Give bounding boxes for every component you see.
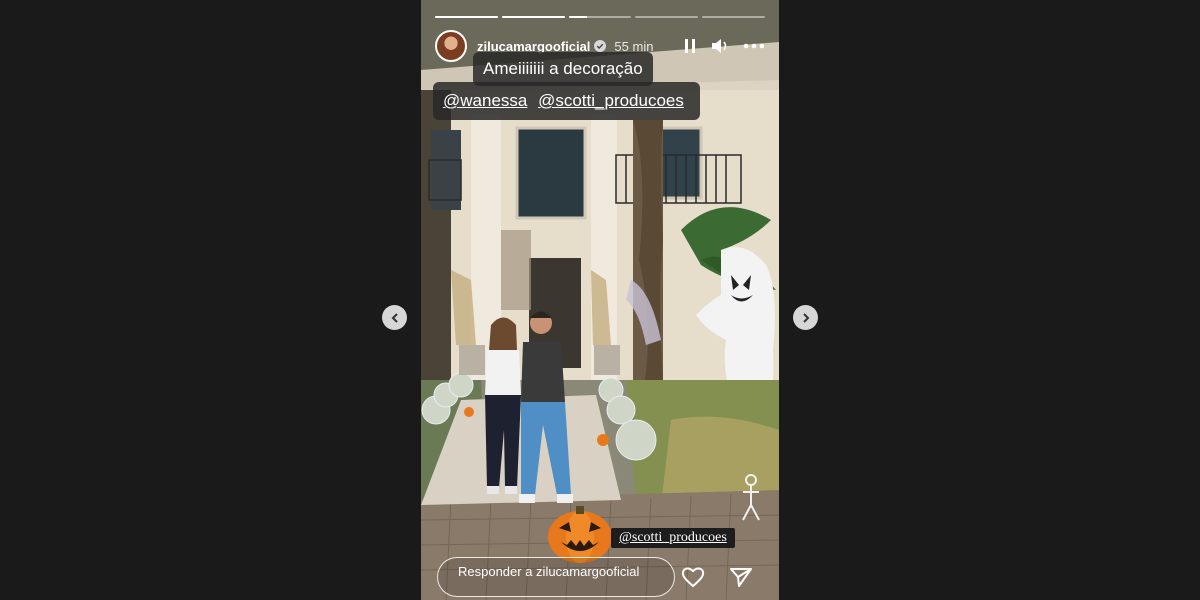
story-progress-bar [435, 16, 765, 18]
chevron-right-icon [802, 312, 809, 323]
mention-sticker[interactable]: @scotti_producoes [611, 528, 735, 548]
more-options-icon[interactable] [743, 43, 765, 49]
story-viewer[interactable]: zilucamargooficial 55 min Ameiiiiiii a d… [421, 0, 779, 600]
progress-segment [501, 16, 565, 18]
reply-input[interactable]: Responder a zilucamargooficial [437, 557, 675, 597]
progress-segment [568, 16, 632, 18]
send-icon[interactable] [729, 566, 753, 588]
pause-icon[interactable] [683, 38, 697, 54]
mention-link[interactable]: @wanessa [443, 91, 527, 110]
next-story-button[interactable] [793, 305, 818, 330]
caption-text: Ameiiiiiii a decoração [473, 52, 653, 86]
verified-badge-icon [594, 40, 607, 52]
progress-fill [501, 16, 565, 18]
progress-segment [635, 16, 699, 18]
mentions-sticker: @wanessa @scotti_producoes [433, 82, 700, 120]
previous-story-button[interactable] [382, 305, 407, 330]
progress-segment [435, 16, 498, 18]
progress-fill [568, 16, 588, 18]
volume-icon[interactable] [711, 38, 729, 54]
progress-fill [435, 16, 498, 18]
avatar[interactable] [435, 30, 467, 62]
heart-icon[interactable] [681, 566, 705, 588]
story-footer: Responder a zilucamargooficial [437, 554, 765, 600]
chevron-left-icon [391, 312, 398, 323]
mention-link[interactable]: @scotti_producoes [538, 91, 684, 110]
progress-segment [702, 16, 765, 18]
